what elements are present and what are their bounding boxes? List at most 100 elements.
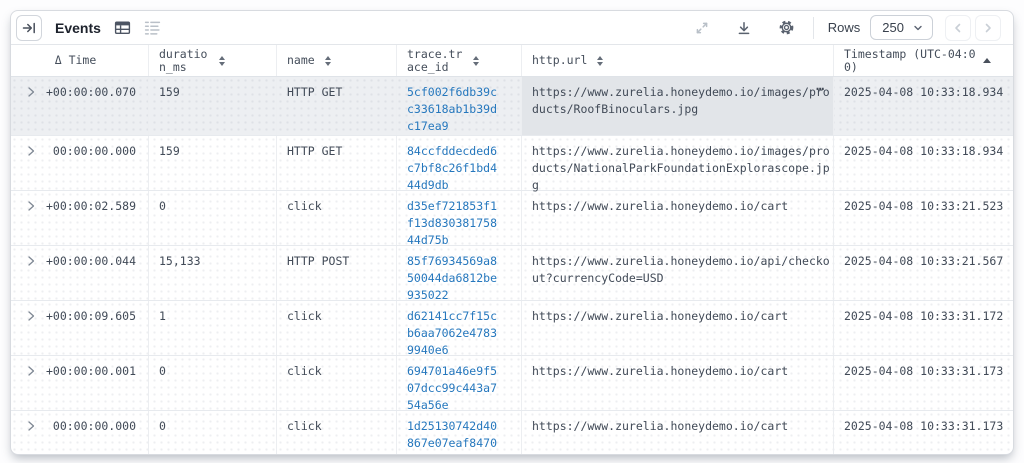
sort-icon [597,56,603,66]
download-button[interactable] [736,20,752,36]
column-header-delta-time: Δ Time [11,45,149,76]
cell-trace-id: 1d25130742d40867e07eaf8470 [397,411,522,455]
cell-trace-id: 84ccfddecded6c7bf8c26f1bd444d9db [397,136,522,190]
indented-rows-icon [144,19,161,36]
page-title: Events [55,20,101,36]
chevron-down-icon [913,23,923,33]
gear-icon [778,19,795,36]
cell-trace-id: d62141cc7f15cb6aa7062e47839940e6 [397,301,522,355]
trace-view-toggle[interactable] [144,19,161,36]
cell-trace-id: d35ef721853f1f13d83038175844d75b [397,191,522,245]
events-panel: Events [10,10,1014,455]
cell-delta-time: +00:00:00.001 [11,356,149,410]
cell-timestamp: 2025-04-08 10:33:31.172 [834,301,1013,355]
sort-icon [473,56,479,66]
toolbar-divider [813,17,814,39]
cell-duration-ms: 159 [149,136,277,190]
rows-label: Rows [828,20,861,35]
pagination [945,15,1001,41]
trace-id-link[interactable]: 84ccfddecded6c7bf8c26f1bd444d9db [407,143,499,194]
cell-duration-ms: 0 [149,191,277,245]
cell-timestamp: 2025-04-08 10:33:31.173 [834,356,1013,410]
table-row[interactable]: 00:00:00.000159HTTP GET84ccfddecded6c7bf… [11,136,1013,191]
rows-per-page-value: 250 [882,20,904,35]
cell-duration-ms: 0 [149,356,277,410]
cell-timestamp: 2025-04-08 10:33:18.934 [834,77,1013,135]
sorted-ascending-icon [983,58,991,63]
row-expand-chevron-icon[interactable] [25,310,41,355]
column-header-timestamp[interactable]: Timestamp (UTC-04:00) [834,45,1013,76]
settings-button[interactable] [778,19,795,36]
table-row[interactable]: +00:00:00.0010click694701a46e9f507dcc99c… [11,356,1013,411]
table-body: +00:00:00.070159HTTP GET5cf002f6db39cc33… [11,77,1013,455]
events-toolbar: Events [11,11,1013,45]
cell-trace-id: 85f76934569a850044da6812be935022 [397,246,522,300]
table-view-toggle[interactable] [114,19,131,36]
cell-duration-ms: 0 [149,411,277,455]
column-header-name[interactable]: name [277,45,397,76]
cell-http-url: https://www.zurelia.honeydemo.io/cart [522,356,834,410]
cell-name: click [277,411,397,455]
cell-delta-time: 00:00:00.000 [11,136,149,190]
diagonal-arrows-icon [694,20,710,36]
column-header-duration-ms[interactable]: duration_ms [149,45,277,76]
chevron-right-icon [982,22,994,34]
table-row[interactable]: +00:00:00.070159HTTP GET5cf002f6db39cc33… [11,77,1013,136]
cell-name: click [277,356,397,410]
trace-id-link[interactable]: 5cf002f6db39cc33618ab1b39dc17ea9 [407,84,499,135]
trace-id-link[interactable]: 85f76934569a850044da6812be935022 [407,253,499,304]
table-row[interactable]: +00:00:02.5890clickd35ef721853f1f13d8303… [11,191,1013,246]
cell-http-url: https://www.zurelia.honeydemo.io/cart [522,191,834,245]
cell-name: HTTP POST [277,246,397,300]
cell-trace-id: 694701a46e9f507dcc99c443a754a56e [397,356,522,410]
cell-delta-time: +00:00:00.070 [11,77,149,135]
cell-http-url: https://www.zurelia.honeydemo.io/images/… [522,77,834,135]
trace-id-link[interactable]: 694701a46e9f507dcc99c443a754a56e [407,363,499,414]
collapse-panel-button[interactable] [16,15,42,41]
trace-id-link[interactable]: d62141cc7f15cb6aa7062e47839940e6 [407,308,499,359]
sort-icon [325,56,331,66]
cell-delta-time: +00:00:09.605 [11,301,149,355]
cell-delta-time: 00:00:00.000 [11,411,149,455]
cell-name: HTTP GET [277,136,397,190]
row-expand-chevron-icon[interactable] [25,420,41,455]
expand-button[interactable] [694,20,710,36]
trace-id-link[interactable]: d35ef721853f1f13d83038175844d75b [407,198,499,249]
cell-http-url: https://www.zurelia.honeydemo.io/images/… [522,136,834,190]
row-expand-chevron-icon[interactable] [25,86,41,135]
column-header-trace-id[interactable]: trace.trace_id [397,45,522,76]
cell-delta-time: +00:00:00.044 [11,246,149,300]
table-row[interactable]: +00:00:09.6051clickd62141cc7f15cb6aa7062… [11,301,1013,356]
cell-name: HTTP GET [277,77,397,135]
prev-page-button[interactable] [945,15,971,41]
table-row[interactable]: 00:00:00.0000click 1d25130742d40867e07eaf… [11,411,1013,455]
cell-timestamp: 2025-04-08 10:33:21.567 [834,246,1013,300]
cell-delta-time: +00:00:02.589 [11,191,149,245]
row-expand-chevron-icon[interactable] [25,145,41,190]
rows-per-page-dropdown[interactable]: 250 [870,15,933,40]
trace-id-link[interactable]: 1d25130742d40867e07eaf8470 [407,418,499,452]
cell-duration-ms: 159 [149,77,277,135]
column-header-http-url[interactable]: http.url [522,45,834,76]
arrow-to-bar-icon [21,20,37,36]
cell-duration-ms: 15,133 [149,246,277,300]
cell-http-url: https://www.zurelia.honeydemo.io/api/che… [522,246,834,300]
cell-http-url: https://www.zurelia.honeydemo.io/cart [522,301,834,355]
download-icon [736,20,752,36]
cell-name: click [277,301,397,355]
table-row[interactable]: +00:00:00.04415,133HTTP POST85f76934569a… [11,246,1013,301]
cell-timestamp: 2025-04-08 10:33:31.173 [834,411,1013,455]
sort-icon [219,56,225,66]
row-expand-chevron-icon[interactable] [25,365,41,410]
cell-timestamp: 2025-04-08 10:33:21.523 [834,191,1013,245]
row-expand-chevron-icon[interactable] [25,255,41,300]
cell-overflow-menu-button[interactable]: ⋯ [816,81,824,98]
cell-timestamp: 2025-04-08 10:33:18.934 [834,136,1013,190]
cell-name: click [277,191,397,245]
chevron-left-icon [952,22,964,34]
table-icon [114,19,131,36]
table-header: Δ Timeduration_msnametrace.trace_idhttp.… [11,45,1013,77]
cell-duration-ms: 1 [149,301,277,355]
next-page-button[interactable] [975,15,1001,41]
row-expand-chevron-icon[interactable] [25,200,41,245]
